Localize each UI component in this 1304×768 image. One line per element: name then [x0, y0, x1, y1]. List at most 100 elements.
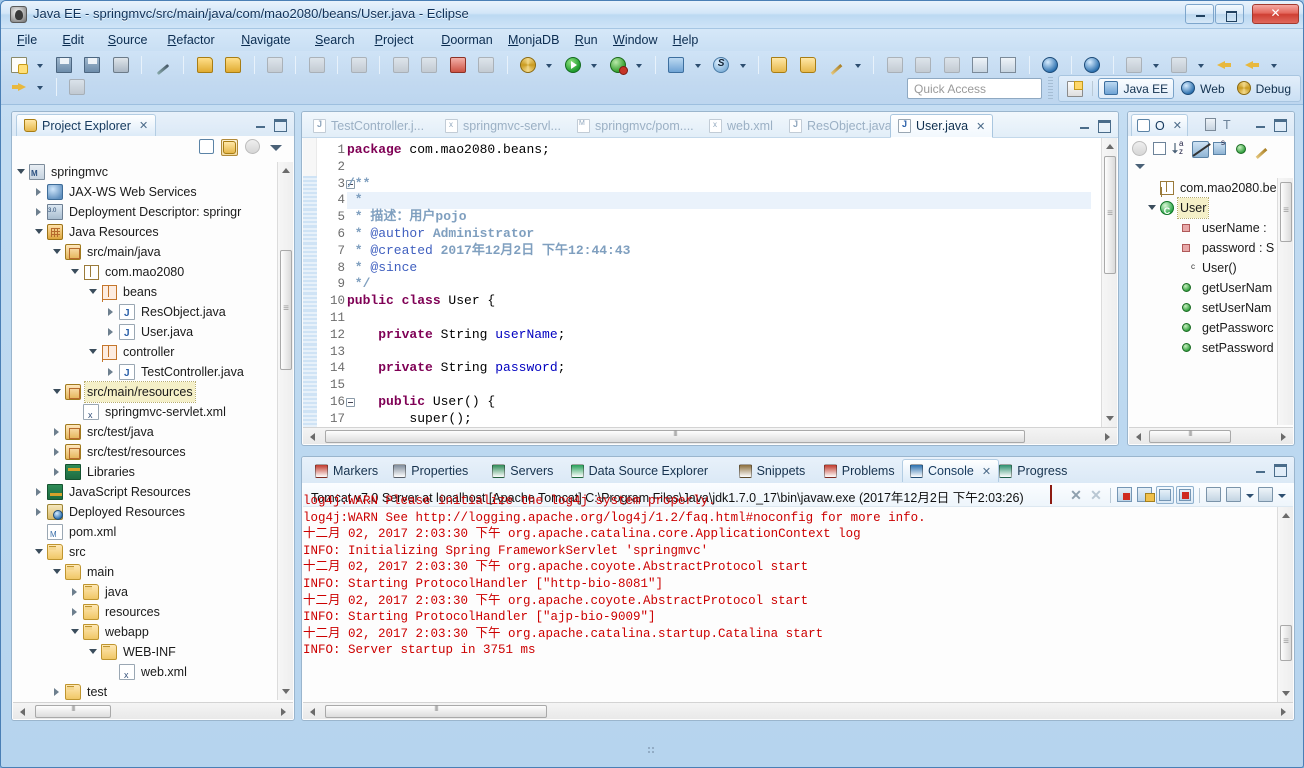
- code-line[interactable]: [347, 310, 1091, 327]
- tree-item[interactable]: src: [13, 542, 279, 562]
- console-vscrollbar[interactable]: [1277, 507, 1293, 702]
- menu-search[interactable]: Search: [309, 32, 361, 49]
- pe-scroll-thumb[interactable]: [280, 250, 292, 370]
- tree-item[interactable]: JavaScript Resources: [13, 482, 279, 502]
- quick-fix-button[interactable]: [152, 54, 174, 76]
- editor-scroll-up[interactable]: [1104, 140, 1116, 152]
- collapse-arrow-icon[interactable]: [52, 442, 62, 462]
- code-line[interactable]: /**: [347, 176, 1091, 193]
- tree-item[interactable]: beans: [13, 282, 279, 302]
- pe-hscroll-left[interactable]: [16, 705, 29, 718]
- back-dropdown-arrow[interactable]: [1269, 54, 1280, 76]
- console-hscrollbar[interactable]: [303, 702, 1293, 719]
- menu-monjadb[interactable]: MonjaDB: [502, 32, 565, 49]
- link-with-editor-icon[interactable]: [221, 139, 238, 156]
- maximize-button[interactable]: [1215, 4, 1244, 24]
- new-server-dropdown-arrow[interactable]: [693, 54, 704, 76]
- collapse-arrow-icon[interactable]: [106, 322, 116, 342]
- outline-item[interactable]: getPassworc: [1130, 318, 1279, 338]
- tree-item[interactable]: main: [13, 562, 279, 582]
- new-server-button[interactable]: [665, 54, 687, 76]
- bottom-tab-properties[interactable]: Properties: [386, 459, 475, 482]
- search-s-dropdown-arrow[interactable]: [738, 54, 749, 76]
- web-browser-button[interactable]: [1081, 54, 1103, 76]
- minimize-button[interactable]: [1185, 4, 1214, 24]
- open-task-button[interactable]: [797, 54, 819, 76]
- tree-item[interactable]: src/test/resources: [13, 442, 279, 462]
- new-button[interactable]: [8, 54, 30, 76]
- code-line[interactable]: *: [347, 192, 1091, 210]
- editor-tab-3[interactable]: web.xml: [702, 114, 780, 138]
- outline-hscroll-right[interactable]: [1277, 430, 1290, 443]
- editor-tab-2[interactable]: springmvc/pom....: [570, 114, 701, 138]
- editor-vscrollbar[interactable]: [1101, 138, 1117, 427]
- tree-item[interactable]: ResObject.java: [13, 302, 279, 324]
- menu-navigate[interactable]: Navigate: [235, 32, 296, 49]
- console-tab-close-icon[interactable]: ✕: [982, 465, 991, 478]
- toolbar-grip[interactable]: [1048, 77, 1053, 100]
- hide-local-types-icon[interactable]: [1253, 141, 1270, 158]
- outline-item[interactable]: setPassword: [1130, 338, 1279, 358]
- outline-item[interactable]: password : S: [1130, 238, 1279, 258]
- debug-button[interactable]: [517, 54, 539, 76]
- outline-hscroll-thumb[interactable]: [1149, 429, 1231, 443]
- console-scroll-down[interactable]: [1280, 688, 1292, 700]
- collapse-arrow-icon[interactable]: [34, 502, 44, 522]
- tree-item[interactable]: WEB-INF: [13, 642, 279, 662]
- new-java-class-dropdown-arrow[interactable]: [853, 54, 864, 76]
- outline-hscroll-left[interactable]: [1132, 430, 1145, 443]
- next-edit-dropdown-arrow[interactable]: [1196, 54, 1207, 76]
- console-scroll-up[interactable]: [1280, 509, 1292, 521]
- project-explorer-minimize[interactable]: [254, 117, 268, 131]
- redo-button[interactable]: [348, 54, 370, 76]
- open-type-button[interactable]: [768, 54, 790, 76]
- bookmark-button[interactable]: [941, 54, 963, 76]
- editor-marker-column[interactable]: [303, 138, 317, 427]
- tree-item[interactable]: TestController.java: [13, 362, 279, 384]
- hide-static-icon[interactable]: s: [1212, 138, 1229, 158]
- tab-task-list[interactable]: T: [1200, 114, 1236, 136]
- editor-tab-1[interactable]: springmvc-servl...: [438, 114, 568, 138]
- outline-hscrollbar[interactable]: [1129, 427, 1293, 444]
- editor-hscroll-left[interactable]: [306, 430, 319, 443]
- tree-item[interactable]: pom.xml: [13, 522, 279, 545]
- collapse-all-outline-icon[interactable]: [1152, 141, 1169, 158]
- outline-tree[interactable]: com.mao2080.be User userName : password : S…: [1130, 178, 1279, 425]
- menu-window[interactable]: Window: [607, 32, 663, 49]
- code-line[interactable]: [347, 159, 1091, 176]
- annotation-button[interactable]: [884, 54, 906, 76]
- expand-arrow-icon[interactable]: [52, 562, 62, 582]
- collapse-arrow-icon[interactable]: [106, 362, 116, 382]
- project-tree[interactable]: springmvc JAX-WS Web Services Deployment D…: [13, 162, 279, 700]
- editor-hscrollbar[interactable]: [303, 427, 1117, 444]
- code-line[interactable]: private String userName;: [347, 327, 1091, 344]
- new-dropdown-arrow[interactable]: [35, 54, 46, 76]
- tree-item[interactable]: Deployment Descriptor: springr: [13, 201, 279, 222]
- code-line[interactable]: public class User {: [347, 293, 1091, 310]
- collapse-all-icon[interactable]: [199, 139, 216, 156]
- tab-outline-close[interactable]: ✕: [1173, 119, 1182, 132]
- expand-arrow-icon[interactable]: [34, 222, 44, 242]
- resize-grip[interactable]: [647, 746, 656, 755]
- outline-vscrollbar[interactable]: [1277, 178, 1293, 425]
- expand-arrow-icon[interactable]: [1147, 198, 1157, 218]
- toggle-block-button[interactable]: [969, 54, 991, 76]
- menu-source[interactable]: Source: [102, 32, 154, 49]
- editor-minimize[interactable]: [1078, 118, 1092, 132]
- next-edit-button[interactable]: [1168, 54, 1190, 76]
- perspective-debug[interactable]: Debug: [1232, 79, 1296, 98]
- console-hscroll-right[interactable]: [1277, 705, 1290, 718]
- tree-item[interactable]: Deployed Resources: [13, 502, 279, 522]
- perspective-web[interactable]: Web: [1176, 79, 1229, 98]
- pe-scroll-down[interactable]: [280, 686, 292, 698]
- code-line[interactable]: */: [347, 276, 1091, 293]
- console-output[interactable]: log4j:WARN Please initialize the log4j s…: [303, 493, 1274, 702]
- tree-item[interactable]: User.java: [13, 322, 279, 344]
- view-menu-chevron-icon[interactable]: [269, 141, 286, 158]
- menu-doorman[interactable]: Doorman: [435, 32, 498, 49]
- editor-tab-4[interactable]: ResObject.java: [782, 114, 899, 138]
- prev-edit-dropdown-arrow[interactable]: [1151, 54, 1162, 76]
- code-line[interactable]: public User() {: [347, 394, 1091, 411]
- clean-button[interactable]: [222, 54, 244, 76]
- tab-project-explorer-close[interactable]: ✕: [139, 119, 148, 132]
